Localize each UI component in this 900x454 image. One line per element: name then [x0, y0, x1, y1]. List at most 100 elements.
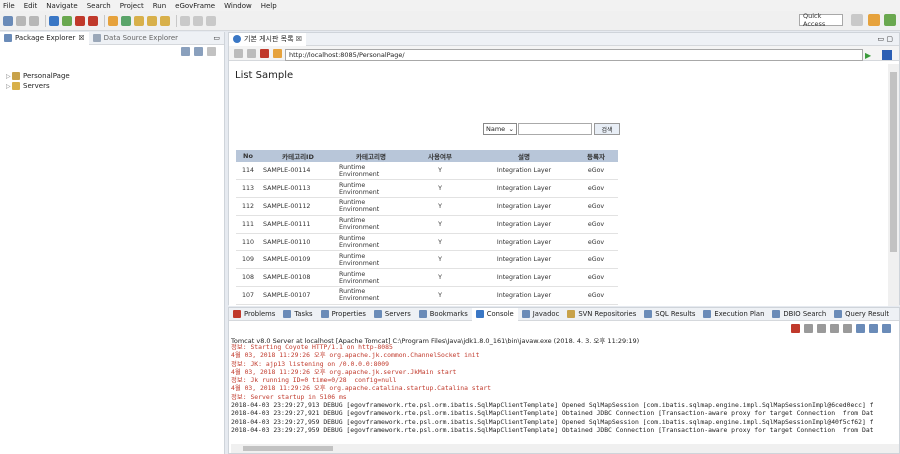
table-row[interactable]: 112 SAMPLE-00112 Runtime Environment Y Integ… [236, 197, 618, 216]
clear-console-icon[interactable] [817, 324, 826, 333]
project-icon [12, 72, 20, 80]
menu-run[interactable]: Run [153, 2, 166, 10]
log-line: 4월 03, 2018 11:29:26 오후 org.apache.jk.co… [231, 351, 480, 360]
external-browser-icon[interactable] [882, 50, 892, 60]
external-tools-icon[interactable] [88, 15, 98, 26]
minimize-icon[interactable]: ▭ [213, 34, 220, 42]
console-hscrollbar[interactable] [231, 444, 899, 453]
stop-icon[interactable] [260, 48, 269, 58]
forward-icon[interactable] [206, 15, 216, 26]
table-cell: Integration Layer [474, 286, 574, 305]
java-perspective-icon[interactable] [884, 14, 896, 26]
new-package-icon[interactable] [108, 15, 118, 26]
menu-egovframe[interactable]: eGovFrame [175, 2, 215, 10]
scrollbar-thumb[interactable] [890, 72, 897, 252]
menu-navigate[interactable]: Navigate [46, 2, 77, 10]
save-all-icon[interactable] [29, 15, 39, 26]
table-cell: Runtime Environment [336, 250, 406, 270]
open-perspective-icon[interactable] [851, 14, 863, 26]
tab-console[interactable]: Console [471, 307, 518, 321]
display-console-icon[interactable] [869, 324, 878, 333]
select-value: Name [486, 125, 506, 133]
new-icon[interactable] [3, 15, 13, 26]
table-cell: Y [406, 215, 474, 234]
terminal-icon[interactable] [49, 15, 59, 26]
tab-query-result[interactable]: Query Result [830, 308, 893, 321]
table-cell: Integration Layer [474, 233, 574, 252]
open-type-icon[interactable] [134, 15, 144, 26]
table-cell: Runtime Environment [336, 233, 406, 252]
table-row[interactable]: 106SAMPLE-00106Runtime EnvironmentYInteg… [236, 304, 618, 306]
refresh-icon[interactable] [273, 48, 282, 58]
tab-servers[interactable]: Servers [370, 308, 415, 321]
table-cell: eGov [574, 268, 618, 288]
table-cell: SAMPLE-00112 [260, 197, 336, 216]
search-type-select[interactable]: Name ⌄ [483, 123, 517, 135]
remove-launch-icon[interactable] [804, 324, 813, 333]
scroll-lock-icon[interactable] [830, 324, 839, 333]
table-row[interactable]: 113 SAMPLE-00113 Runtime Environment Y Integ… [236, 179, 618, 199]
open-console-icon[interactable] [882, 324, 891, 333]
tab-label: Problems [244, 310, 276, 318]
tab-properties[interactable]: Properties [317, 308, 370, 321]
close-icon[interactable]: ☒ [78, 34, 84, 42]
tree-label: Servers [23, 82, 50, 90]
tab-sql-results[interactable]: SQL Results [640, 308, 699, 321]
tab-icon [644, 310, 653, 318]
menu-edit[interactable]: Edit [24, 2, 38, 10]
new-class-icon[interactable] [121, 15, 131, 26]
tab-dbio-search[interactable]: DBIO Search [768, 308, 830, 321]
link-editor-icon[interactable] [194, 46, 203, 56]
page-scrollbar[interactable] [888, 64, 899, 306]
table-row[interactable]: 111 SAMPLE-00111 Runtime Environment Y Integ… [236, 215, 618, 234]
annotation-icon[interactable] [180, 15, 190, 26]
search-input[interactable] [518, 123, 592, 135]
table-row[interactable]: 107 SAMPLE-00107 Runtime Environment Y Integ… [236, 286, 618, 305]
forward-icon[interactable] [247, 48, 256, 58]
search-icon[interactable] [160, 15, 170, 26]
tab-package-explorer[interactable]: Package Explorer ☒ [0, 31, 89, 45]
url-field[interactable]: http://localhost:8085/PersonalPage/ [285, 49, 863, 61]
open-task-icon[interactable] [147, 15, 157, 26]
table-cell: Runtime Environment [336, 215, 406, 234]
menu-project[interactable]: Project [120, 2, 144, 10]
tab-data-source-explorer[interactable]: Data Source Explorer [89, 32, 182, 45]
table-row[interactable]: 108 SAMPLE-00108 Runtime Environment Y Integ… [236, 268, 618, 288]
tree-item-servers[interactable]: ▷ Servers [6, 81, 224, 91]
back-icon[interactable] [193, 15, 203, 26]
maximize-icon[interactable]: ▭ ▢ [878, 35, 893, 43]
table-row[interactable]: 114 SAMPLE-00114 Runtime Environment Y Integ… [236, 162, 618, 181]
view-menu-icon[interactable] [207, 46, 216, 56]
go-icon[interactable]: ▶ [865, 51, 871, 60]
debug-icon[interactable] [62, 15, 72, 26]
table-cell: eGov [574, 304, 618, 306]
menu-help[interactable]: Help [261, 2, 277, 10]
run-icon[interactable] [75, 15, 85, 26]
pin-console-icon[interactable] [856, 324, 865, 333]
tab-execution-plan[interactable]: Execution Plan [699, 308, 768, 321]
quick-access-field[interactable]: Quick Access [799, 12, 843, 28]
scrollbar-thumb[interactable] [243, 446, 333, 451]
word-wrap-icon[interactable] [843, 324, 852, 333]
menu-file[interactable]: File [3, 2, 15, 10]
tab-board-list[interactable]: 기본 게시판 목록 ☒ [229, 32, 307, 46]
terminate-icon[interactable] [791, 324, 800, 333]
data-source-icon [92, 34, 101, 42]
table-row[interactable]: 110 SAMPLE-00110 Runtime Environment Y Integ… [236, 233, 618, 252]
menu-window[interactable]: Window [224, 2, 252, 10]
back-icon[interactable] [234, 48, 243, 58]
table-cell: 114 [236, 162, 260, 181]
collapse-all-icon[interactable] [181, 46, 190, 56]
menu-search[interactable]: Search [87, 2, 111, 10]
tab-javadoc[interactable]: Javadoc [518, 308, 564, 321]
console-toolbar [789, 324, 893, 333]
search-button[interactable]: 검색 [594, 123, 620, 135]
java-ee-perspective-icon[interactable] [868, 14, 880, 26]
save-icon[interactable] [16, 15, 26, 26]
tab-tasks[interactable]: Tasks [279, 308, 316, 321]
tree-item-personalpage[interactable]: ▷ PersonalPage [6, 71, 224, 81]
tab-svn-repositories[interactable]: SVN Repositories [563, 308, 640, 321]
tab-bookmarks[interactable]: Bookmarks [415, 308, 472, 321]
tab-problems[interactable]: Problems [229, 308, 279, 321]
table-row[interactable]: 109 SAMPLE-00109 Runtime Environment Y Integ… [236, 250, 618, 270]
